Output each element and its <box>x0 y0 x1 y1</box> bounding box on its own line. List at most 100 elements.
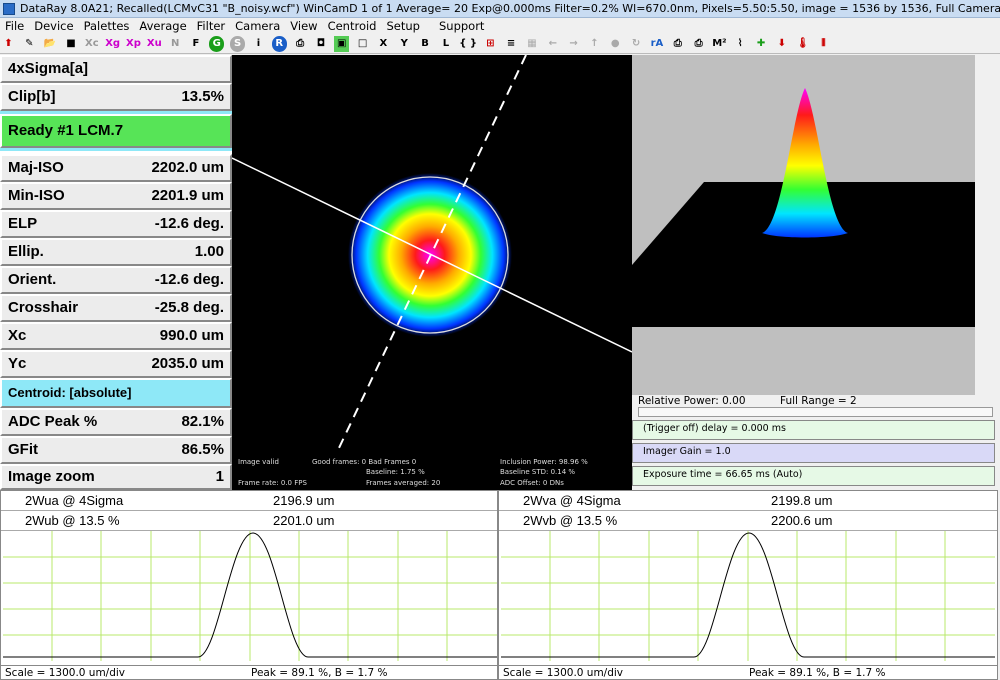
menu-device[interactable]: Device <box>29 18 78 35</box>
profile-v-row1: 2Wva @ 4Sigma 2199.8 um <box>499 491 997 511</box>
sliders-icon[interactable]: ⫴ <box>816 36 831 52</box>
title-bar: DataRay 8.0A21; Recalled(LCMvC31 "B_nois… <box>0 0 1000 18</box>
beam-image-view[interactable]: Image valid Good frames: 0 Bad Frames 0 … <box>232 55 632 490</box>
x-button[interactable]: X <box>376 36 391 52</box>
menu-file[interactable]: File <box>0 18 29 35</box>
b-button[interactable]: B <box>418 36 433 52</box>
beam-image <box>232 55 632 451</box>
baseline-text: Baseline: 1.75 % <box>366 468 425 476</box>
param-xc[interactable]: Xc 990.0 um <box>0 322 232 350</box>
baseline-std-text: Baseline STD: 0.14 % <box>500 468 576 476</box>
n-button[interactable]: N <box>168 36 183 52</box>
r-circle-icon[interactable]: R <box>271 36 287 52</box>
save-icon[interactable]: ■ <box>63 36 78 52</box>
menu-palettes[interactable]: Palettes <box>79 18 135 35</box>
param-ellip[interactable]: Ellip. 1.00 <box>0 238 232 266</box>
frames-text: Good frames: 0 Bad Frames 0 <box>312 458 417 466</box>
refresh-icon[interactable]: ↻ <box>629 36 644 52</box>
palette-icon[interactable]: ▣ <box>334 36 350 52</box>
param-image-zoom[interactable]: Image zoom 1 <box>0 464 232 490</box>
profile-u-panel: 2Wua @ 4Sigma 2196.9 um 2Wub @ 13.5 % 2201… <box>0 490 498 680</box>
stop-icon[interactable]: ⬆ <box>1 36 16 52</box>
frames-averaged-text: Frames averaged: 20 <box>366 479 441 487</box>
print-icon[interactable]: ⎙ <box>293 36 308 52</box>
m2-button[interactable]: M² <box>712 36 727 52</box>
separator <box>0 148 232 151</box>
open-icon[interactable]: 📂 <box>43 36 58 52</box>
relative-power-text: Relative Power: 0.00 <box>638 395 746 407</box>
printer2-icon[interactable]: ⎙ <box>691 36 706 52</box>
menu-setup[interactable]: Setup <box>382 18 425 35</box>
window-title: DataRay 8.0A21; Recalled(LCMvC31 "B_nois… <box>20 2 1000 15</box>
profile-v-row2: 2Wvb @ 13.5 % 2200.6 um <box>499 511 997 531</box>
down-arrow-icon[interactable]: ⬇ <box>774 36 789 52</box>
arrow-right-icon[interactable]: → <box>566 36 581 52</box>
y-button[interactable]: Y <box>397 36 412 52</box>
parameter-panel: 4xSigma[a] Clip[b] 13.5% Ready #1 LCM.7 M… <box>0 55 232 490</box>
square-icon[interactable]: □ <box>355 36 370 52</box>
param-maj-iso[interactable]: Maj-ISO 2202.0 um <box>0 154 232 182</box>
menu-centroid[interactable]: Centroid <box>323 18 382 35</box>
menu-bar: File Device Palettes Average Filter Camera Vie… <box>0 18 1000 35</box>
menu-filter[interactable]: Filter <box>192 18 230 35</box>
f-button[interactable]: F <box>188 36 203 52</box>
grid-icon[interactable]: ▦ <box>524 36 539 52</box>
menu-support[interactable]: Support <box>425 18 489 35</box>
arrow-left-icon[interactable]: ← <box>545 36 560 52</box>
pencil-icon[interactable]: ✎ <box>22 36 37 52</box>
param-crosshair[interactable]: Crosshair -25.8 deg. <box>0 294 232 322</box>
record-icon[interactable]: ● <box>608 36 623 52</box>
3d-profile-view[interactable] <box>632 55 975 395</box>
param-clip[interactable]: Clip[b] 13.5% <box>0 83 232 111</box>
brace-icon[interactable]: { } <box>459 36 477 52</box>
thermometer-icon[interactable]: 🌡 <box>795 36 810 52</box>
profile-v-plot[interactable] <box>501 531 995 661</box>
imager-gain-control[interactable]: Imager Gain = 1.0 <box>632 443 995 463</box>
param-4xsigma[interactable]: 4xSigma[a] <box>0 55 232 83</box>
profile-u-row1: 2Wua @ 4Sigma 2196.9 um <box>1 491 497 511</box>
ra-button[interactable]: rA <box>649 36 664 52</box>
menu-average[interactable]: Average <box>134 18 191 35</box>
gray-circle-icon[interactable]: S <box>230 36 246 52</box>
image-valid-text: Image valid <box>238 458 279 466</box>
app-icon <box>3 3 15 15</box>
param-yc[interactable]: Yc 2035.0 um <box>0 350 232 378</box>
crosshair-icon[interactable]: ⊞ <box>483 36 498 52</box>
param-elp[interactable]: ELP -12.6 deg. <box>0 210 232 238</box>
param-adc-peak[interactable]: ADC Peak % 82.1% <box>0 408 232 436</box>
lines-icon[interactable]: ≡ <box>504 36 519 52</box>
arrow-up-icon[interactable]: ↑ <box>587 36 602 52</box>
info-icon[interactable]: i <box>251 36 266 52</box>
param-min-iso[interactable]: Min-ISO 2201.9 um <box>0 182 232 210</box>
frame-rate-text: Frame rate: 0.0 FPS <box>238 479 307 487</box>
profile-u-plot[interactable] <box>3 531 497 661</box>
relative-power-bar <box>638 407 993 417</box>
menu-camera[interactable]: Camera <box>230 18 285 35</box>
menu-view[interactable]: View <box>285 18 322 35</box>
toolbar: ⬆ ✎ 📂 ■ Xc Xg Xp Xu N F G S i R ⎙ ◘ ▣ □ … <box>0 35 1000 54</box>
profile-peak <box>762 88 848 238</box>
trigger-delay-control[interactable]: (Trigger off) delay = 0.000 ms <box>632 420 995 440</box>
plus-icon[interactable]: ✚ <box>754 36 769 52</box>
chart-icon[interactable]: ⌇ <box>733 36 748 52</box>
full-range-text: Full Range = 2 <box>780 395 857 407</box>
printer-icon[interactable]: ⎙ <box>670 36 685 52</box>
green-circle-icon[interactable]: G <box>209 36 225 52</box>
profile-u-footer: Scale = 1300.0 um/div Peak = 89.1 %, B = … <box>1 665 497 679</box>
xg-button[interactable]: Xg <box>105 36 120 52</box>
param-orient[interactable]: Orient. -12.6 deg. <box>0 266 232 294</box>
param-gfit[interactable]: GFit 86.5% <box>0 436 232 464</box>
profile-v-panel: 2Wva @ 4Sigma 2199.8 um 2Wvb @ 13.5 % 2200… <box>498 490 998 680</box>
xu-button[interactable]: Xu <box>147 36 162 52</box>
exposure-time-control[interactable]: Exposure time = 66.65 ms (Auto) <box>632 466 995 486</box>
profile-v-footer: Scale = 1300.0 um/div Peak = 89.1 %, B = … <box>499 665 997 679</box>
status-ready[interactable]: Ready #1 LCM.7 <box>0 114 232 148</box>
3d-profile-plot <box>632 88 975 327</box>
centroid-mode[interactable]: Centroid: [absolute] <box>0 378 232 408</box>
l-button[interactable]: L <box>438 36 453 52</box>
inclusion-power-text: Inclusion Power: 98.96 % <box>500 458 588 466</box>
camera-icon[interactable]: ◘ <box>313 36 328 52</box>
profile-u-row2: 2Wub @ 13.5 % 2201.0 um <box>1 511 497 531</box>
xp-button[interactable]: Xp <box>126 36 141 52</box>
xc-button[interactable]: Xc <box>84 36 99 52</box>
